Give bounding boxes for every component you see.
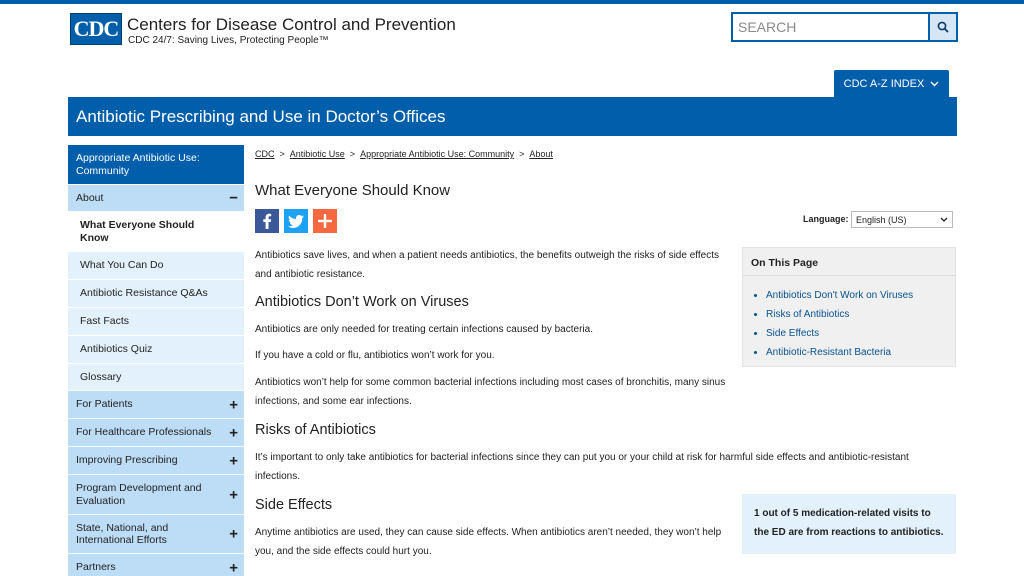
az-index-button[interactable]: CDC A-Z INDEX	[834, 70, 949, 97]
sidebar-item-about[interactable]: About −	[68, 184, 244, 211]
section-heading-risks: Risks of Antibiotics	[255, 422, 376, 438]
anchor-link[interactable]: Antibiotics Don't Work on Viruses	[766, 290, 913, 301]
twitter-icon	[288, 214, 304, 228]
sidebar-item-what-everyone-should-know[interactable]: What Everyone Should Know	[68, 211, 244, 251]
fact-callout: 1 out of 5 medication-related visits to …	[742, 494, 956, 554]
breadcrumb-link[interactable]: CDC	[255, 149, 275, 159]
paragraph: Antibiotics are only needed for treating…	[255, 324, 593, 335]
sidebar-item-label: Improving Prescribing	[76, 454, 178, 467]
sidebar-item-label: Program Development and Evaluation	[76, 482, 202, 507]
content-heading: What Everyone Should Know	[255, 182, 451, 199]
on-this-page-box: On This Page Antibiotics Don't Work on V…	[742, 247, 956, 367]
list-item: Antibiotics Don't Work on Viruses	[766, 286, 955, 305]
expand-icon[interactable]: +	[229, 452, 238, 469]
breadcrumb: CDC > Antibiotic Use > Appropriate Antibioti…	[255, 149, 553, 159]
expand-icon[interactable]: +	[229, 424, 238, 441]
paragraph: If you have a cold or flu, antibiotics w…	[255, 350, 495, 361]
sidebar-item-fast-facts[interactable]: Fast Facts	[68, 307, 244, 335]
logo-text: CDC	[73, 16, 120, 41]
sidebar-item-label: What Everyone Should Know	[80, 219, 195, 244]
sidebar-item-label: Antibiotic Resistance Q&As	[80, 287, 208, 300]
anchor-link[interactable]: Risks of Antibiotics	[766, 309, 849, 320]
language-select[interactable]: English (US)	[851, 211, 953, 228]
breadcrumb-link[interactable]: Antibiotic Use	[290, 149, 345, 159]
breadcrumb-link[interactable]: About	[529, 149, 553, 159]
sidebar-item-program-development[interactable]: Program Development and Evaluation +	[68, 474, 244, 514]
sidebar-item-state-national-efforts[interactable]: State, National, and International Effor…	[68, 514, 244, 553]
anchor-link[interactable]: Side Effects	[766, 328, 819, 339]
breadcrumb-separator: >	[279, 149, 285, 159]
paragraph: It’s important to only take antibiotics …	[255, 452, 909, 482]
expand-icon[interactable]: +	[229, 526, 238, 543]
on-this-page-list: Antibiotics Don't Work on Viruses Risks …	[743, 286, 955, 362]
sidebar-heading[interactable]: Appropriate Antibiotic Use: Community	[68, 145, 244, 184]
twitter-share-button[interactable]	[284, 209, 308, 233]
sidebar-item-label: For Patients	[76, 398, 133, 411]
page-title: Antibiotic Prescribing and Use in Doctor…	[76, 106, 446, 126]
sidebar-item-label: For Healthcare Professionals	[76, 426, 212, 439]
chevron-down-icon	[940, 217, 948, 222]
intro-paragraph: Antibiotics save lives, and when a patie…	[255, 250, 719, 280]
breadcrumb-link[interactable]: Appropriate Antibiotic Use: Community	[360, 149, 514, 159]
sidebar-item-label: Antibiotics Quiz	[80, 343, 153, 356]
expand-icon[interactable]: +	[229, 396, 238, 413]
chevron-down-icon	[930, 81, 939, 86]
add-share-button[interactable]	[313, 209, 337, 233]
facebook-icon	[263, 213, 272, 229]
list-item: Side Effects	[766, 324, 955, 343]
anchor-link[interactable]: Antibiotic-Resistant Bacteria	[766, 347, 891, 358]
sidebar-item-glossary[interactable]: Glossary	[68, 363, 244, 390]
language-value: English (US)	[856, 214, 907, 225]
expand-icon[interactable]: +	[229, 559, 238, 576]
cdc-logo[interactable]: CDC	[70, 13, 122, 45]
search-icon	[937, 21, 949, 33]
facebook-share-button[interactable]	[255, 209, 279, 233]
list-item: Antibiotic-Resistant Bacteria	[766, 343, 955, 362]
breadcrumb-separator: >	[349, 149, 356, 159]
list-item: Risks of Antibiotics	[766, 305, 955, 324]
sidebar-item-label: State, National, and International Effor…	[76, 521, 169, 546]
search-box	[731, 12, 958, 42]
section-heading-side-effects: Side Effects	[255, 497, 333, 513]
breadcrumb-separator: >	[519, 149, 525, 159]
sidebar-item-antibiotics-quiz[interactable]: Antibiotics Quiz	[68, 335, 244, 363]
paragraph: Antibiotics won’t help for some common b…	[255, 377, 726, 407]
sidebar-item-label: What You Can Do	[80, 259, 164, 272]
page-title-bar: Antibiotic Prescribing and Use in Doctor…	[68, 97, 957, 136]
on-this-page-heading: On This Page	[743, 248, 955, 276]
sidebar-item-what-you-can-do[interactable]: What You Can Do	[68, 251, 244, 279]
site-title[interactable]: Centers for Disease Control and Preventi…	[127, 15, 456, 35]
language-label: Language:	[803, 214, 849, 224]
sidebar-item-improving-prescribing[interactable]: Improving Prescribing +	[68, 446, 244, 474]
section-heading-viruses: Antibiotics Don’t Work on Viruses	[255, 294, 469, 310]
paragraph: Anytime antibiotics are used, they can c…	[255, 527, 722, 557]
sidebar-item-partners[interactable]: Partners +	[68, 553, 244, 576]
search-button[interactable]	[928, 14, 956, 40]
social-share-bar	[255, 209, 337, 233]
az-index-label: CDC A-Z INDEX	[843, 77, 925, 90]
site-tagline: CDC 24/7: Saving Lives, Protecting Peopl…	[128, 35, 329, 46]
collapse-icon[interactable]: −	[229, 190, 238, 207]
sidebar-nav: Appropriate Antibiotic Use: Community Ab…	[68, 145, 244, 576]
sidebar-item-label: Glossary	[80, 370, 122, 383]
add-share-icon	[318, 214, 332, 228]
sidebar-item-label: About	[76, 191, 104, 204]
search-input[interactable]	[733, 14, 928, 40]
top-accent-bar	[0, 0, 1024, 4]
sidebar-item-resistance-qas[interactable]: Antibiotic Resistance Q&As	[68, 279, 244, 307]
sidebar-item-label: Fast Facts	[80, 315, 130, 328]
expand-icon[interactable]: +	[229, 486, 238, 503]
sidebar-item-for-healthcare-professionals[interactable]: For Healthcare Professionals +	[68, 418, 244, 446]
sidebar-item-for-patients[interactable]: For Patients +	[68, 390, 244, 418]
sidebar-item-label: Partners	[76, 561, 116, 574]
